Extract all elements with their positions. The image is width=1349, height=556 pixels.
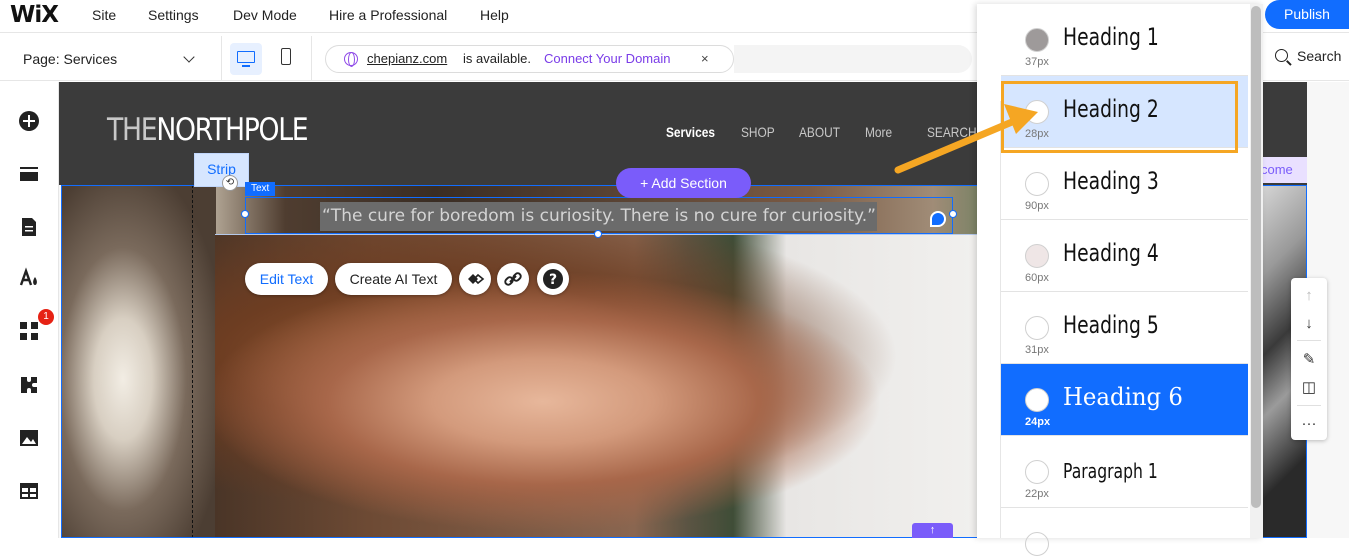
text-style-size: 37px (1025, 56, 1049, 68)
color-swatch (1025, 316, 1049, 340)
media-icon[interactable] (18, 427, 40, 449)
comment-icon[interactable] (930, 211, 946, 227)
theme-design-icon[interactable] (18, 267, 40, 289)
text-style-size: 31px (1025, 344, 1049, 356)
page-selector[interactable]: Page: Services (23, 51, 117, 67)
create-ai-text-button[interactable]: Create AI Text (335, 263, 452, 295)
site-nav-about[interactable]: ABOUT (799, 124, 840, 140)
color-swatch (1025, 172, 1049, 196)
text-style-heading-4[interactable]: Heading 4 60px (1001, 220, 1248, 292)
site-nav-search[interactable]: SEARCH (927, 124, 977, 140)
text-style-name: Heading 6 (1063, 383, 1183, 411)
search-label: Search (1297, 48, 1342, 64)
edit-pencil-icon[interactable]: ✎ (1291, 346, 1327, 374)
animation-button[interactable] (459, 263, 491, 295)
desktop-icon (237, 51, 255, 63)
divider (1297, 405, 1321, 406)
site-nav-more[interactable]: More (865, 124, 892, 140)
link-button[interactable] (497, 263, 529, 295)
cms-table-icon[interactable] (18, 480, 40, 502)
text-style-heading-6[interactable]: Heading 6 24px (1001, 364, 1248, 436)
logo-bold-text: NORTHPOLE (156, 112, 308, 148)
pages-icon[interactable] (18, 216, 40, 238)
highlight-annotation (1001, 81, 1238, 153)
edit-text-button[interactable]: Edit Text (245, 263, 328, 295)
floating-toolbar: ↑ ↓ ✎ ◫ ··· (1291, 278, 1327, 440)
text-style-heading-5[interactable]: Heading 5 31px (1001, 292, 1248, 364)
text-style-size: 90px (1025, 200, 1049, 212)
color-swatch (1025, 244, 1049, 268)
scroll-up-handle[interactable]: ↑ (912, 523, 953, 538)
color-swatch (1025, 28, 1049, 52)
more-icon[interactable]: ··· (1291, 410, 1327, 438)
desktop-view-button[interactable] (230, 43, 262, 75)
divider (221, 36, 222, 81)
svg-text:?: ? (549, 272, 557, 288)
diamond-icon (468, 273, 485, 285)
resize-handle-left[interactable] (241, 210, 249, 218)
globe-icon (344, 52, 358, 67)
site-nav-shop[interactable]: SHOP (741, 124, 775, 140)
menu-site[interactable]: Site (92, 7, 116, 23)
site-nav-services[interactable]: Services (666, 124, 715, 140)
panel-scroll-thumb[interactable] (1251, 6, 1261, 508)
notification-badge: 1 (38, 309, 54, 325)
left-sidebar: 1 (0, 82, 59, 538)
resize-handle-bottom[interactable] (594, 230, 602, 238)
text-selection-box[interactable] (245, 197, 953, 234)
close-icon[interactable]: × (701, 46, 709, 72)
site-logo[interactable]: THENORTHPOLE (107, 112, 309, 148)
domain-available-text: is available. (463, 51, 531, 66)
menu-settings[interactable]: Settings (148, 7, 199, 23)
color-swatch (1025, 460, 1049, 484)
text-style-paragraph-2-partial[interactable] (1001, 508, 1248, 556)
text-style-name: Heading 5 (1063, 311, 1159, 339)
text-style-size: 60px (1025, 272, 1049, 284)
business-puzzle-icon[interactable] (18, 374, 40, 396)
menu-dev-mode[interactable]: Dev Mode (233, 7, 297, 23)
url-bar (734, 45, 972, 73)
text-style-name: Paragraph 1 (1063, 459, 1158, 483)
apps-icon[interactable] (18, 320, 40, 342)
connect-domain-link[interactable]: Connect Your Domain (544, 46, 670, 72)
help-icon: ? (543, 269, 563, 289)
move-down-icon[interactable]: ↓ (1291, 310, 1327, 338)
layout-icon[interactable]: ◫ (1291, 374, 1327, 402)
text-style-size: 24px (1025, 416, 1051, 428)
help-button[interactable]: ? (537, 263, 569, 295)
color-swatch (1025, 532, 1049, 556)
link-icon (504, 272, 522, 286)
desktop-stand (242, 65, 250, 67)
panel-gutter (977, 101, 1001, 538)
logo-light-text: THE (107, 112, 158, 148)
rotate-icon[interactable]: ⟲ (222, 175, 238, 191)
text-style-size: 22px (1025, 488, 1049, 500)
add-elements-icon[interactable] (18, 110, 40, 132)
divider (311, 36, 312, 81)
domain-banner: chepianz.com is available. Connect Your … (325, 45, 734, 73)
mobile-view-icon[interactable] (281, 48, 291, 65)
text-style-name: Heading 4 (1063, 239, 1159, 267)
menu-help[interactable]: Help (480, 7, 509, 23)
welcome-tag[interactable]: come (1257, 157, 1307, 183)
search-button[interactable]: Search (1275, 48, 1341, 64)
text-element-tag: Text (245, 182, 276, 196)
text-style-name: Heading 3 (1063, 167, 1159, 195)
menu-hire-professional[interactable]: Hire a Professional (329, 7, 447, 23)
text-style-heading-1[interactable]: Heading 1 37px (1001, 4, 1248, 76)
move-up-icon[interactable]: ↑ (1291, 282, 1327, 310)
sections-icon[interactable] (18, 164, 40, 186)
text-style-name: Heading 1 (1063, 23, 1159, 51)
color-swatch (1025, 388, 1049, 412)
search-icon (1275, 49, 1288, 62)
chevron-down-icon[interactable] (183, 51, 195, 63)
text-style-heading-3[interactable]: Heading 3 90px (1001, 148, 1248, 220)
text-style-paragraph-1[interactable]: Paragraph 1 22px (1001, 436, 1248, 508)
divider (1297, 340, 1321, 341)
resize-handle-right[interactable] (949, 210, 957, 218)
domain-link[interactable]: chepianz.com (367, 46, 447, 72)
wix-logo[interactable]: WiX (10, 2, 59, 28)
add-section-button[interactable]: + Add Section (616, 168, 751, 198)
publish-button[interactable]: Publish (1265, 0, 1349, 29)
